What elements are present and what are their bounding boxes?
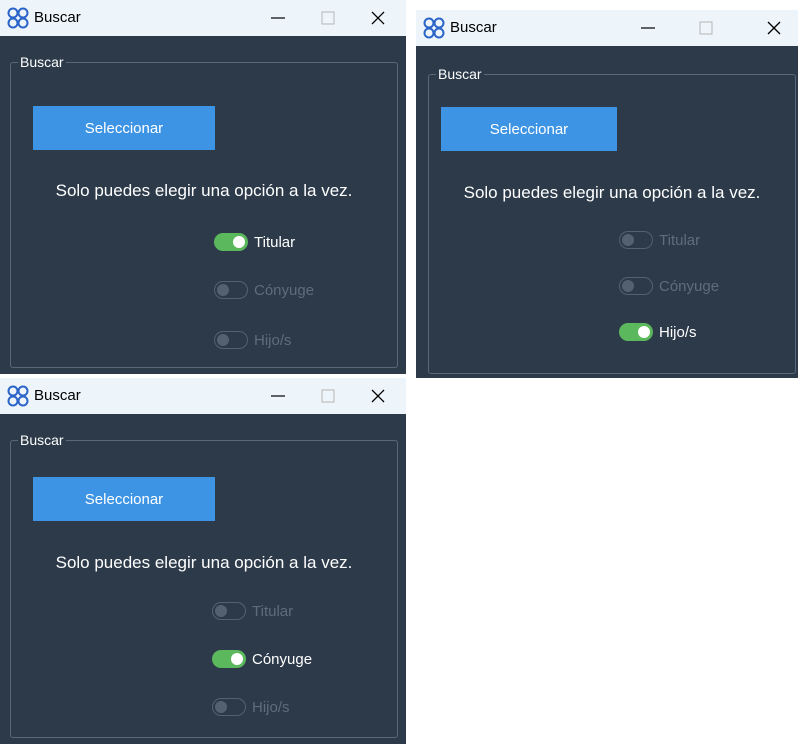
window-title: Buscar <box>34 9 81 26</box>
option-label: Titular <box>659 231 701 249</box>
option-label: Hijo/s <box>659 323 697 341</box>
maximize-button[interactable] <box>308 378 348 414</box>
minimize-button[interactable] <box>628 10 668 46</box>
buscar-window-3: Buscar Seleccionar Solo puedes elegir un… <box>0 378 406 744</box>
option-titular[interactable]: Titular <box>212 598 293 624</box>
minimize-icon <box>641 27 655 29</box>
toggle-switch[interactable] <box>214 233 248 251</box>
window-title: Buscar <box>34 387 81 404</box>
app-logo-icon <box>423 17 445 39</box>
maximize-icon <box>699 21 713 35</box>
option-label: Hijo/s <box>254 331 292 349</box>
option-label: Titular <box>252 602 294 620</box>
instruction-text: Solo puedes elegir una opción a la vez. <box>55 181 353 200</box>
close-button[interactable] <box>358 378 398 414</box>
option-hijos[interactable]: Hijo/s <box>619 319 697 345</box>
option-label: Cónyuge <box>254 281 315 299</box>
option-hijos[interactable]: Hijo/s <box>214 327 292 353</box>
seleccionar-button[interactable]: Seleccionar <box>33 477 215 521</box>
close-icon <box>371 11 385 25</box>
seleccionar-button[interactable]: Seleccionar <box>33 106 215 150</box>
option-conyuge[interactable]: Cónyuge <box>619 273 719 299</box>
window-title: Buscar <box>450 19 497 36</box>
toggle-switch[interactable] <box>619 231 653 249</box>
minimize-icon <box>271 395 285 397</box>
seleccionar-button[interactable]: Seleccionar <box>441 107 617 151</box>
title-bar[interactable]: Buscar <box>0 0 406 36</box>
buscar-window-1: Buscar Seleccionar Solo puedes elegir un… <box>0 0 406 374</box>
toggle-switch[interactable] <box>212 650 246 668</box>
option-label: Cónyuge <box>659 277 720 295</box>
maximize-icon <box>321 389 335 403</box>
buscar-groupbox: Seleccionar Solo puedes elegir una opció… <box>10 62 398 368</box>
toggle-switch[interactable] <box>212 602 246 620</box>
instruction-text: Solo puedes elegir una opción a la vez. <box>463 183 761 202</box>
close-icon <box>767 21 781 35</box>
minimize-icon <box>271 17 285 19</box>
minimize-button[interactable] <box>258 378 298 414</box>
option-titular[interactable]: Titular <box>214 229 295 255</box>
option-conyuge[interactable]: Cónyuge <box>214 277 314 303</box>
close-button[interactable] <box>754 10 794 46</box>
option-conyuge[interactable]: Cónyuge <box>212 646 312 672</box>
buscar-groupbox: Seleccionar Solo puedes elegir una opció… <box>10 440 398 738</box>
toggle-switch[interactable] <box>212 698 246 716</box>
app-logo-icon <box>7 385 29 407</box>
toggle-switch[interactable] <box>619 277 653 295</box>
close-button[interactable] <box>358 0 398 36</box>
buscar-window-2: Buscar Seleccionar Solo puedes elegir un… <box>416 10 798 378</box>
app-logo-icon <box>7 7 29 29</box>
option-titular[interactable]: Titular <box>619 227 700 253</box>
title-bar[interactable]: Buscar <box>0 378 406 414</box>
maximize-button[interactable] <box>686 10 726 46</box>
maximize-icon <box>321 11 335 25</box>
maximize-button[interactable] <box>308 0 348 36</box>
group-label: Buscar <box>436 66 484 82</box>
close-icon <box>371 389 385 403</box>
option-label: Titular <box>254 233 296 251</box>
toggle-switch[interactable] <box>619 323 653 341</box>
instruction-text: Solo puedes elegir una opción a la vez. <box>55 553 353 572</box>
group-label: Buscar <box>18 54 66 70</box>
group-label: Buscar <box>18 432 66 448</box>
option-label: Hijo/s <box>252 698 290 716</box>
option-label: Cónyuge <box>252 650 313 668</box>
toggle-switch[interactable] <box>214 281 248 299</box>
buscar-groupbox: Seleccionar Solo puedes elegir una opció… <box>428 74 796 374</box>
minimize-button[interactable] <box>258 0 298 36</box>
option-hijos[interactable]: Hijo/s <box>212 694 290 720</box>
toggle-switch[interactable] <box>214 331 248 349</box>
title-bar[interactable]: Buscar <box>416 10 798 46</box>
